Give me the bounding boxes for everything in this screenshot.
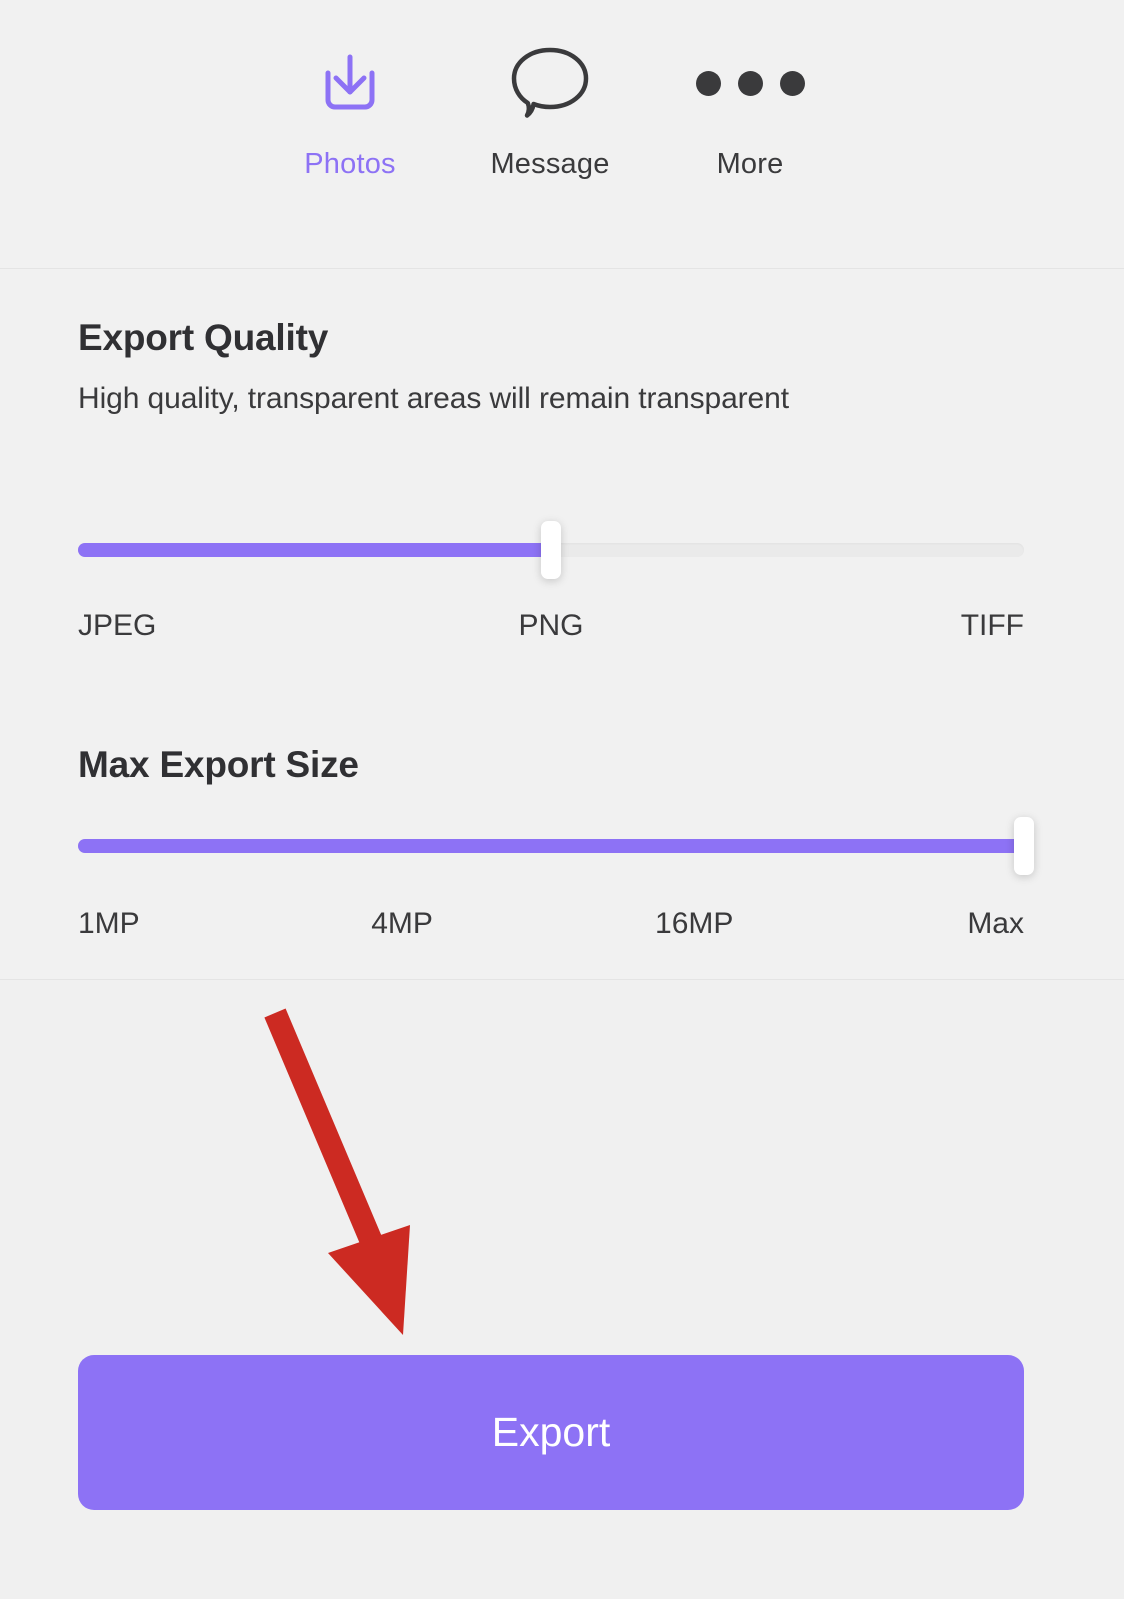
- slider-fill: [78, 543, 551, 557]
- ellipsis-dot: [779, 70, 805, 96]
- export-quality-slider[interactable]: [78, 521, 1024, 579]
- export-quality-ticks: JPEG PNG TIFF: [78, 609, 1024, 647]
- export-settings-panel: Export Quality High quality, transparent…: [0, 269, 1124, 979]
- tick-label: 1MP: [78, 907, 140, 940]
- tick-label: 16MP: [655, 907, 734, 940]
- share-sheet-bar: Photos Message More: [0, 0, 1124, 268]
- section-divider-bottom: [0, 979, 1124, 980]
- export-settings-screen: Photos Message More Export Quality High …: [0, 0, 1124, 1599]
- ellipsis-dot: [695, 70, 721, 96]
- tick-label: JPEG: [78, 609, 157, 642]
- max-export-size-ticks: 1MP 4MP 16MP Max: [78, 907, 1024, 945]
- tick-label: Max: [967, 907, 1024, 940]
- download-icon: [313, 44, 387, 122]
- tick-label: 4MP: [371, 907, 433, 940]
- max-export-size-title: Max Export Size: [78, 744, 359, 785]
- max-export-size-slider[interactable]: [78, 817, 1034, 875]
- speech-bubble-icon: [508, 44, 592, 122]
- share-target-more[interactable]: More: [650, 44, 850, 181]
- share-target-label: Photos: [304, 148, 396, 180]
- share-target-message[interactable]: Message: [450, 44, 650, 181]
- tick-label: PNG: [518, 609, 584, 642]
- share-target-label: Message: [490, 148, 610, 180]
- slider-thumb[interactable]: [1014, 817, 1034, 875]
- slider-fill: [78, 839, 1024, 853]
- share-target-photos[interactable]: Photos: [250, 44, 450, 181]
- ellipsis-icon: [695, 44, 805, 122]
- share-target-label: More: [716, 148, 784, 180]
- red-arrow-annotation: [264, 1008, 410, 1335]
- ellipsis-dot: [737, 70, 763, 96]
- tick-label: TIFF: [960, 609, 1024, 642]
- export-quality-title: Export Quality: [78, 317, 329, 358]
- export-quality-subtitle: High quality, transparent areas will rem…: [78, 382, 789, 415]
- export-button[interactable]: Export: [78, 1355, 1024, 1510]
- slider-thumb[interactable]: [541, 521, 561, 579]
